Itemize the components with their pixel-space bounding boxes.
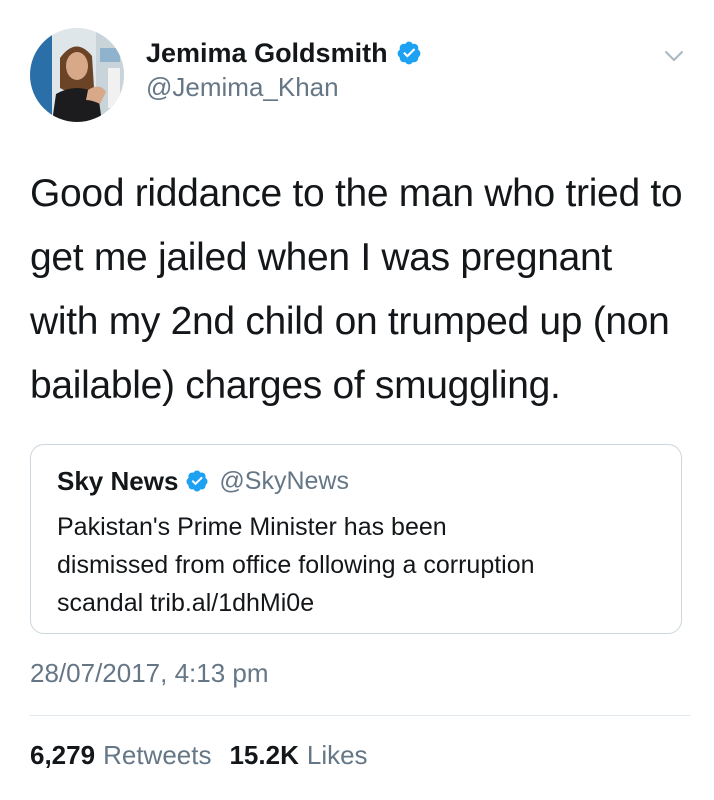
author-display-name[interactable]: Jemima Goldsmith [146, 38, 388, 69]
likes-label: Likes [306, 740, 368, 770]
likes-count: 15.2K [229, 740, 299, 770]
quoted-tweet-header: Sky News @SkyNews [57, 465, 349, 497]
retweets-stat[interactable]: 6,279 Retweets [30, 740, 211, 771]
divider [30, 715, 690, 716]
quoted-author-handle: @SkyNews [219, 466, 349, 495]
likes-stat[interactable]: 15.2K Likes [229, 740, 367, 771]
tweet-stats: 6,279 Retweets 15.2K Likes [30, 740, 368, 776]
quoted-tweet-card[interactable]: Sky News @SkyNews Pakistan's Prime Minis… [30, 444, 682, 634]
author-handle[interactable]: @Jemima_Khan [146, 72, 339, 103]
chevron-down-icon[interactable] [662, 44, 686, 68]
retweets-label: Retweets [103, 740, 212, 770]
quoted-verified-badge-icon [185, 469, 209, 493]
tweet-text: Good riddance to the man who tried to ge… [30, 172, 683, 407]
tweet-timestamp[interactable]: 28/07/2017, 4:13 pm [30, 658, 269, 689]
avatar-image [30, 28, 124, 122]
quoted-tweet-text: Pakistan's Prime Minister has been dismi… [57, 513, 535, 617]
author-name-row[interactable]: Jemima Goldsmith [146, 36, 422, 70]
tweet-card: Jemima Goldsmith @Jemima_Khan Good ridda… [0, 0, 714, 800]
quoted-author-name: Sky News [57, 465, 179, 496]
retweets-count: 6,279 [30, 740, 96, 770]
avatar[interactable] [30, 28, 124, 122]
verified-badge-icon [396, 40, 422, 66]
